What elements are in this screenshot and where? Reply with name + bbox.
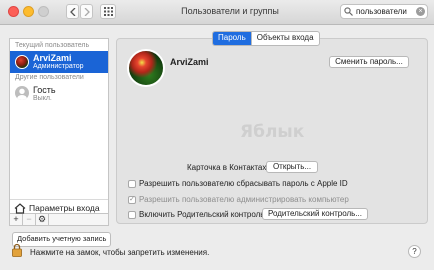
- open-contacts-button[interactable]: Открыть...: [266, 161, 318, 173]
- current-user-name: ArviZami: [33, 53, 72, 63]
- help-button[interactable]: ?: [408, 245, 421, 258]
- show-all-button[interactable]: [100, 4, 116, 19]
- tab-password[interactable]: Пароль: [213, 32, 251, 45]
- reset-password-apple-id-label: Разрешить пользователю сбрасывать пароль…: [139, 179, 348, 188]
- search-value: пользователи: [356, 7, 407, 16]
- parental-controls-label: Включить Родительский контроль: [139, 210, 265, 219]
- other-users-section-label: Другие пользователи: [15, 74, 84, 81]
- gear-menu-button[interactable]: ⚙: [36, 214, 49, 225]
- current-user-section-label: Текущий пользователь: [15, 42, 90, 49]
- reset-password-apple-id-checkbox[interactable]: [128, 180, 136, 188]
- guest-status: Выкл.: [33, 95, 52, 102]
- users-sidebar: Текущий пользователь ArviZami Администра…: [9, 38, 109, 214]
- allow-admin-label: Разрешить пользователю администрировать …: [139, 195, 349, 204]
- grid-icon: [103, 7, 113, 16]
- lock-icon[interactable]: [12, 243, 22, 257]
- sidebar-item-guest[interactable]: Гость Выкл.: [10, 83, 108, 105]
- close-window-button[interactable]: [8, 6, 19, 17]
- add-account-button[interactable]: Добавить учетную запись: [12, 232, 112, 247]
- sidebar-item-current-user[interactable]: ArviZami Администратор: [10, 51, 108, 73]
- add-user-button[interactable]: +: [10, 214, 23, 225]
- search-input[interactable]: пользователи ×: [340, 4, 428, 19]
- lock-hint-text: Нажмите на замок, чтобы запретить измене…: [30, 248, 210, 257]
- change-password-button[interactable]: Сменить пароль...: [329, 56, 409, 68]
- preferences-window: Пользователи и группы пользователи × Тек…: [0, 0, 434, 270]
- search-icon: [344, 7, 353, 16]
- chevron-right-icon: [84, 7, 90, 16]
- parental-controls-checkbox[interactable]: [128, 211, 136, 219]
- contacts-card-label: Карточка в Контактах:: [187, 163, 269, 172]
- login-options-label: Параметры входа: [29, 203, 100, 213]
- watermark-logo: Яблык: [240, 122, 305, 142]
- house-icon: [14, 202, 26, 214]
- tab-login-items[interactable]: Объекты входа: [250, 32, 319, 45]
- user-full-name: ArviZami: [170, 57, 209, 67]
- parental-controls-button[interactable]: Родительский контроль...: [262, 208, 368, 220]
- guest-user-icon: [15, 86, 29, 100]
- current-user-role: Администратор: [33, 63, 84, 70]
- guest-name: Гость: [33, 85, 56, 95]
- clear-search-icon[interactable]: ×: [416, 7, 425, 16]
- remove-user-button[interactable]: −: [23, 214, 36, 225]
- minimize-window-button[interactable]: [23, 6, 34, 17]
- chevron-left-icon: [69, 7, 75, 16]
- window-title: Пользователи и группы: [181, 6, 279, 16]
- titlebar: Пользователи и группы пользователи ×: [0, 0, 434, 25]
- back-button[interactable]: [66, 4, 79, 19]
- avatar: [15, 55, 29, 69]
- forward-button[interactable]: [80, 4, 93, 19]
- user-avatar[interactable]: [127, 49, 165, 87]
- sidebar-toolbar: + − ⚙: [9, 214, 109, 226]
- zoom-window-button[interactable]: [38, 6, 49, 17]
- allow-admin-checkbox: ✓: [128, 196, 136, 204]
- tab-bar: Пароль Объекты входа: [212, 31, 320, 46]
